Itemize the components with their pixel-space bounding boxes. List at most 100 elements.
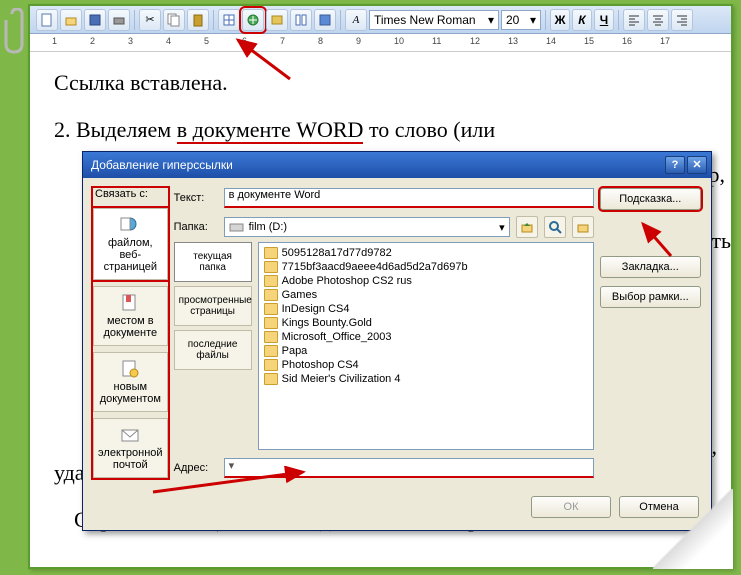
ruler-mark: 7: [280, 36, 285, 46]
search-web-icon: [548, 220, 562, 234]
bold-button[interactable]: Ж: [550, 9, 570, 31]
dialog-titlebar[interactable]: Добавление гиперссылки ? ✕: [83, 152, 711, 178]
globe-file-icon: [119, 215, 141, 235]
list-item[interactable]: 5095128a17d77d9782: [262, 246, 590, 260]
folder-icon: [264, 303, 278, 315]
screentip-button[interactable]: Подсказка...: [600, 188, 701, 210]
app-window: ✂ A Times New Roman▾ 20▾ Ж К Ч 123456789…: [28, 4, 733, 569]
list-item[interactable]: 7715bf3aacd9aeee4d6ad5d2a7d697b: [262, 260, 590, 274]
browse-web-button[interactable]: [544, 216, 566, 238]
list-item[interactable]: Games: [262, 288, 590, 302]
toolbar-open-icon[interactable]: [60, 9, 82, 31]
font-size-select[interactable]: 20▾: [501, 10, 541, 30]
file-name: InDesign CS4: [282, 303, 350, 315]
insert-hyperlink-dialog: Добавление гиперссылки ? ✕ Связать с: фа…: [82, 151, 712, 531]
list-item[interactable]: InDesign CS4: [262, 302, 590, 316]
folder-icon: [264, 359, 278, 371]
ruler-mark: 9: [356, 36, 361, 46]
folder-select[interactable]: film (D:) ▾: [224, 217, 510, 237]
paperclip-decoration: [4, 8, 32, 58]
folder-value: film (D:): [249, 221, 288, 233]
underline-button[interactable]: Ч: [594, 9, 614, 31]
link-with-label: Связать с:: [93, 188, 168, 202]
address-label: Адрес:: [174, 462, 218, 474]
bookmark-button[interactable]: Закладка...: [600, 256, 701, 278]
browse-tab-recent-files[interactable]: последние файлы: [174, 330, 252, 370]
ruler-mark: 6: [242, 36, 247, 46]
link-item-label: файлом, веб-страницей: [96, 237, 165, 273]
file-name: 5095128a17d77d9782: [282, 247, 392, 259]
dialog-footer: ОК Отмена: [83, 488, 711, 530]
toolbar-style-icon[interactable]: A: [345, 9, 367, 31]
envelope-icon: [119, 425, 141, 445]
file-name: Sid Meier's Civilization 4: [282, 373, 401, 385]
toolbar-image-icon[interactable]: [266, 9, 288, 31]
list-item[interactable]: Sid Meier's Civilization 4: [262, 372, 590, 386]
close-button[interactable]: ✕: [687, 156, 707, 174]
file-name: Photoshop CS4: [282, 359, 359, 371]
folder-icon: [264, 331, 278, 343]
link-with-file-web[interactable]: файлом, веб-страницей: [93, 208, 168, 280]
toolbar-print-icon[interactable]: [108, 9, 130, 31]
ok-button[interactable]: ОК: [531, 496, 611, 518]
list-item[interactable]: Papa: [262, 344, 590, 358]
font-name-value: Times New Roman: [374, 13, 476, 27]
browse-file-button[interactable]: [572, 216, 594, 238]
ruler-mark: 11: [432, 36, 441, 46]
toolbar-hyperlink-icon[interactable]: [242, 9, 264, 31]
align-right-icon[interactable]: [671, 9, 693, 31]
font-size-value: 20: [506, 13, 519, 27]
folder-icon: [264, 373, 278, 385]
page-curl-decoration: [653, 489, 733, 569]
browse-tab-browsed-pages[interactable]: просмотренные страницы: [174, 286, 252, 326]
toolbar-cut-icon[interactable]: ✂: [139, 9, 161, 31]
ruler-mark: 14: [546, 36, 556, 46]
link-with-new-doc[interactable]: новым документом: [93, 352, 168, 412]
align-left-icon[interactable]: [623, 9, 645, 31]
display-text-input[interactable]: в документе Word: [224, 188, 594, 208]
dialog-main-panel: Текст: в документе Word Папка: film (D:)…: [174, 188, 594, 478]
formatting-toolbar: ✂ A Times New Roman▾ 20▾ Ж К Ч: [30, 6, 731, 34]
list-item[interactable]: Adobe Photoshop CS2 rus: [262, 274, 590, 288]
italic-button[interactable]: К: [572, 9, 592, 31]
file-name: Microsoft_Office_2003: [282, 331, 392, 343]
help-button[interactable]: ?: [665, 156, 685, 174]
align-center-icon[interactable]: [647, 9, 669, 31]
file-list[interactable]: 5095128a17d77d9782 7715bf3aacd9aeee4d6ad…: [258, 242, 594, 450]
doc-text: 2. Выделяем: [54, 117, 177, 142]
toolbar-paste-icon[interactable]: [187, 9, 209, 31]
list-item[interactable]: Microsoft_Office_2003: [262, 330, 590, 344]
list-item[interactable]: Photoshop CS4: [262, 358, 590, 372]
toolbar-table-icon[interactable]: [218, 9, 240, 31]
ruler-mark: 2: [90, 36, 95, 46]
toolbar-new-icon[interactable]: [36, 9, 58, 31]
up-folder-button[interactable]: [516, 216, 538, 238]
ruler-mark: 17: [660, 36, 670, 46]
horizontal-ruler: 1234567891011121314151617: [30, 34, 731, 52]
list-item[interactable]: Kings Bounty.Gold: [262, 316, 590, 330]
file-name: Kings Bounty.Gold: [282, 317, 372, 329]
toolbar-columns-icon[interactable]: [290, 9, 312, 31]
doc-fragment: уда: [54, 460, 85, 485]
toolbar-copy-icon[interactable]: [163, 9, 185, 31]
ruler-mark: 10: [394, 36, 404, 46]
address-input[interactable]: ▾: [224, 458, 594, 478]
ruler-mark: 13: [508, 36, 518, 46]
doc-line1: Ссылка вставлена.: [54, 66, 711, 99]
doc-text: то слово (или: [363, 117, 495, 142]
browse-tab-current-folder[interactable]: текущая папка: [174, 242, 252, 282]
browse-tabs: текущая папка просмотренные страницы пос…: [174, 242, 252, 450]
folder-icon: [264, 289, 278, 301]
ruler-mark: 8: [318, 36, 323, 46]
doc-line2: 2. Выделяем в документе WORD то слово (и…: [54, 113, 711, 146]
file-name: Adobe Photoshop CS2 rus: [282, 275, 412, 287]
ruler-mark: 4: [166, 36, 171, 46]
link-with-email[interactable]: электронной почтой: [93, 418, 168, 478]
toolbar-drawing-icon[interactable]: [314, 9, 336, 31]
link-with-place-in-doc[interactable]: местом в документе: [93, 286, 168, 346]
file-name: 7715bf3aacd9aeee4d6ad5d2a7d697b: [282, 261, 468, 273]
font-name-select[interactable]: Times New Roman▾: [369, 10, 499, 30]
toolbar-save-icon[interactable]: [84, 9, 106, 31]
target-frame-button[interactable]: Выбор рамки...: [600, 286, 701, 308]
folder-icon: [264, 247, 278, 259]
